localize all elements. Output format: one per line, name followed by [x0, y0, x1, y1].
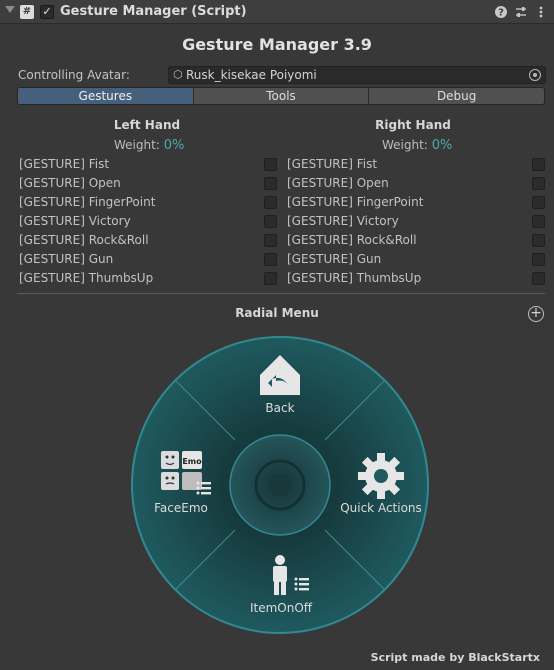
- radial-item-quick-actions[interactable]: Quick Actions: [321, 501, 441, 515]
- gesture-row[interactable]: [GESTURE] Fist: [287, 155, 549, 174]
- right-hand-title: Right Hand: [375, 118, 451, 132]
- gesture-row[interactable]: [GESTURE] Gun: [287, 250, 549, 269]
- weight-label: Weight:: [382, 138, 428, 152]
- radial-menu-title: Radial Menu: [235, 306, 319, 320]
- left-hand-title: Left Hand: [113, 118, 181, 132]
- right-gesture-list: [GESTURE] Fist [GESTURE] Open [GESTURE] …: [287, 155, 549, 288]
- left-hand-weight: Weight: 0%: [114, 138, 184, 153]
- controlling-avatar-label: Controlling Avatar:: [18, 68, 130, 82]
- add-button[interactable]: +: [528, 306, 544, 322]
- gesture-row[interactable]: [GESTURE] FingerPoint: [287, 193, 549, 212]
- tab-tools[interactable]: Tools: [193, 88, 370, 104]
- gesture-row[interactable]: [GESTURE] Victory: [19, 212, 281, 231]
- gesture-checkbox[interactable]: [264, 234, 277, 247]
- app-title: Gesture Manager 3.9: [182, 35, 372, 54]
- gesture-label: [GESTURE] Rock&Roll: [19, 233, 149, 247]
- gesture-checkbox[interactable]: [532, 272, 545, 285]
- avatar-name: Rusk_kisekae Poiyomi: [186, 68, 317, 82]
- center-dot: [268, 473, 292, 497]
- right-hand-weight: Weight: 0%: [382, 138, 452, 153]
- gesture-label: [GESTURE] Open: [19, 176, 121, 190]
- gesture-checkbox[interactable]: [532, 253, 545, 266]
- component-header: # ✓ Gesture Manager (Script) ?: [0, 0, 554, 24]
- gesture-checkbox[interactable]: [532, 158, 545, 171]
- gesture-checkbox[interactable]: [264, 253, 277, 266]
- gear-icon[interactable]: [358, 453, 404, 499]
- gesture-row[interactable]: [GESTURE] Fist: [19, 155, 281, 174]
- gesture-label: [GESTURE] ThumbsUp: [287, 271, 422, 285]
- gesture-label: [GESTURE] Victory: [19, 214, 131, 228]
- gesture-label: [GESTURE] FingerPoint: [287, 195, 424, 209]
- tab-debug[interactable]: Debug: [369, 88, 544, 104]
- gesture-label: [GESTURE] Open: [287, 176, 389, 190]
- weight-value: 0%: [431, 138, 453, 153]
- gesture-label: [GESTURE] ThumbsUp: [19, 271, 154, 285]
- gesture-label: [GESTURE] Fist: [287, 157, 378, 171]
- gesture-row[interactable]: [GESTURE] ThumbsUp: [19, 269, 281, 288]
- gesture-checkbox[interactable]: [264, 196, 277, 209]
- gesture-checkbox[interactable]: [532, 196, 545, 209]
- tab-gestures[interactable]: Gestures: [18, 88, 194, 104]
- gesture-label: [GESTURE] Rock&Roll: [287, 233, 417, 247]
- gesture-checkbox[interactable]: [532, 215, 545, 228]
- gesture-label: [GESTURE] FingerPoint: [19, 195, 156, 209]
- gesture-checkbox[interactable]: [264, 215, 277, 228]
- component-title: Gesture Manager (Script): [60, 4, 247, 19]
- gesture-row[interactable]: [GESTURE] Open: [19, 174, 281, 193]
- prefab-cube-icon: ⬡: [173, 68, 183, 81]
- gesture-checkbox[interactable]: [264, 177, 277, 190]
- gesture-row[interactable]: [GESTURE] Victory: [287, 212, 549, 231]
- svg-text:?: ?: [498, 8, 504, 19]
- gesture-row[interactable]: [GESTURE] Rock&Roll: [19, 231, 281, 250]
- gesture-label: [GESTURE] Gun: [287, 252, 382, 266]
- weight-value: 0%: [163, 138, 185, 153]
- left-gesture-list: [GESTURE] Fist [GESTURE] Open [GESTURE] …: [19, 155, 281, 288]
- foldout-arrow-icon[interactable]: [5, 6, 15, 13]
- enabled-checkbox[interactable]: ✓: [40, 5, 54, 19]
- gesture-row[interactable]: [GESTURE] ThumbsUp: [287, 269, 549, 288]
- gesture-checkbox[interactable]: [532, 234, 545, 247]
- svg-text:Emo: Emo: [182, 457, 202, 466]
- presets-icon[interactable]: [514, 5, 528, 19]
- gesture-label: [GESTURE] Victory: [287, 214, 399, 228]
- script-icon: #: [20, 5, 34, 19]
- gesture-row[interactable]: [GESTURE] FingerPoint: [19, 193, 281, 212]
- radial-menu[interactable]: Emo: [130, 335, 430, 635]
- gesture-checkbox[interactable]: [264, 158, 277, 171]
- object-picker-icon[interactable]: [529, 69, 541, 81]
- more-icon[interactable]: [534, 5, 548, 19]
- avatar-object-field[interactable]: ⬡ Rusk_kisekae Poiyomi: [168, 66, 546, 84]
- gesture-row[interactable]: [GESTURE] Gun: [19, 250, 281, 269]
- radial-item-faceemo[interactable]: FaceEmo: [121, 501, 241, 515]
- credit-text: Script made by BlackStartx: [370, 651, 540, 664]
- gesture-row[interactable]: [GESTURE] Open: [287, 174, 549, 193]
- section-divider: [17, 293, 545, 294]
- weight-label: Weight:: [114, 138, 160, 152]
- gesture-label: [GESTURE] Fist: [19, 157, 110, 171]
- gesture-label: [GESTURE] Gun: [19, 252, 114, 266]
- tab-bar: Gestures Tools Debug: [17, 87, 545, 105]
- help-icon[interactable]: ?: [494, 5, 508, 19]
- gesture-checkbox[interactable]: [264, 272, 277, 285]
- radial-item-itemonoff[interactable]: ItemOnOff: [221, 601, 341, 615]
- gesture-checkbox[interactable]: [532, 177, 545, 190]
- radial-item-back[interactable]: Back: [220, 401, 340, 415]
- gesture-row[interactable]: [GESTURE] Rock&Roll: [287, 231, 549, 250]
